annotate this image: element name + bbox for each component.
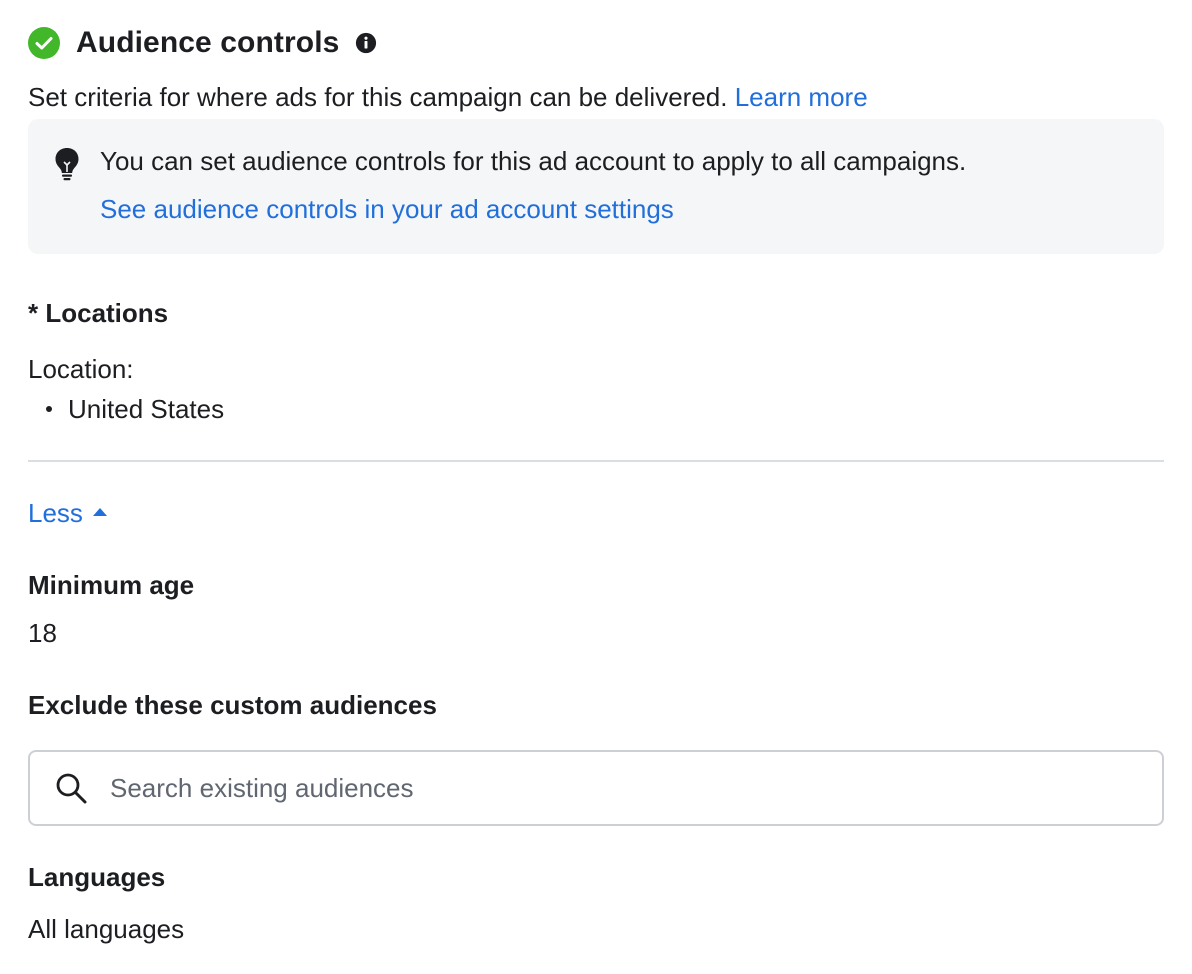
languages-heading: Languages: [28, 862, 166, 892]
info-notice: You can set audience controls for this a…: [28, 119, 1164, 254]
section-description: Set criteria for where ads for this camp…: [28, 80, 868, 114]
location-value: United States: [68, 394, 225, 424]
locations-heading: * Locations: [28, 298, 169, 328]
description-text: Set criteria for where ads for this camp…: [28, 82, 728, 112]
info-icon[interactable]: [355, 32, 377, 54]
audience-search-box[interactable]: [28, 750, 1164, 826]
divider: [28, 460, 1164, 462]
check-circle-icon: [28, 27, 60, 59]
list-item: United States: [28, 392, 224, 426]
search-icon: [54, 771, 88, 805]
learn-more-link[interactable]: Learn more: [735, 82, 868, 112]
section-header: Audience controls: [28, 24, 377, 62]
ad-account-settings-link[interactable]: See audience controls in your ad account…: [100, 192, 674, 226]
minimum-age-heading: Minimum age: [28, 570, 195, 600]
bullet-icon: [46, 406, 52, 412]
caret-up-icon: [92, 508, 107, 516]
less-toggle-label: Less: [28, 498, 83, 528]
location-list: United States: [28, 392, 224, 426]
audience-search-input[interactable]: [110, 772, 1110, 804]
minimum-age-value: 18: [28, 618, 57, 648]
page-title: Audience controls: [76, 26, 340, 59]
less-toggle-button[interactable]: Less: [28, 496, 107, 530]
notice-message: You can set audience controls for this a…: [100, 146, 967, 176]
location-label: Location:: [28, 354, 134, 384]
exclude-audiences-heading: Exclude these custom audiences: [28, 690, 437, 720]
languages-value: All languages: [28, 914, 185, 944]
lightbulb-icon: [53, 147, 81, 181]
